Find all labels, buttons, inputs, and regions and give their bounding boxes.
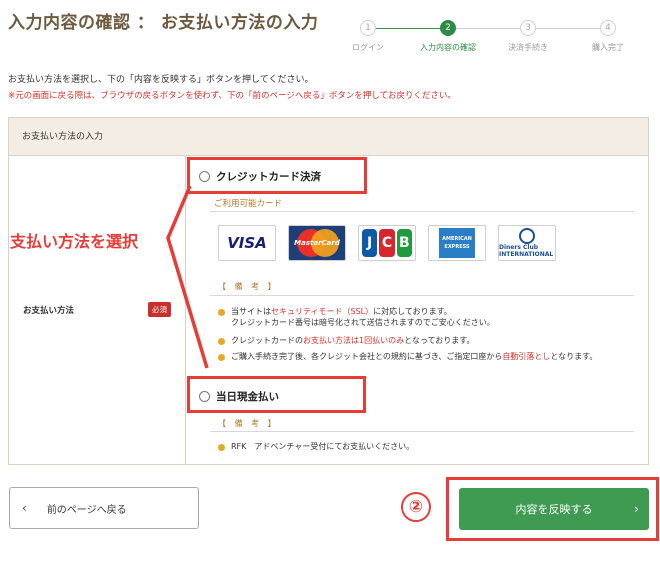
back-button-label: 前のページへ戻る [46,504,127,516]
payment-method-label: お支払い方法 [23,306,75,316]
step-login: 1 ログイン [328,20,408,53]
credit-note-1: 当サイトはセキュリティモード（SSL）に対応しております。 クレジットカード番号… [218,306,495,328]
radio-circle-icon[interactable] [199,171,210,182]
step-confirm: 2 入力内容の確認 [408,20,488,53]
required-badge: 必須 [148,302,171,317]
amex-logo-icon: AMERICAN EXPRESS [428,225,486,261]
callout-text: 支払い方法を選択 [10,232,139,251]
field-label-column: お支払い方法 必須 [9,156,186,464]
option-credit-label: クレジットカード決済 [216,171,321,183]
card-logos: VISA MasterCard JCB AMERICAN EXPRESS Din… [218,225,556,261]
step-marker: ② [401,492,431,522]
cards-title: ご利用可能カード [214,199,283,209]
radio-credit-card[interactable]: クレジットカード決済 [199,169,321,184]
option-cash-label: 当日現金払い [216,391,279,403]
intro-note: ※元の画面に戻る際は、ブラウザの戻るボタンを使わず、下の「前のページへ戻る」ボタ… [8,91,456,101]
diners-logo-icon: Diners Club INTERNATIONAL [498,225,556,261]
credit-note-heading: 【 備 考 】 [218,282,279,291]
radio-cash[interactable]: 当日現金払い [199,389,279,404]
divider [210,295,634,296]
step-complete: 4 購入完了 [568,20,648,53]
cash-note: RFK アドベンチャー受付にてお支払いください。 [218,441,414,452]
step-payment: 3 決済手続き [488,20,568,53]
cash-note-heading: 【 備 考 】 [218,419,279,428]
credit-note-2: クレジットカードのお支払い方法は1回払いのみとなっております。 [218,335,474,346]
mastercard-logo-icon: MasterCard [288,225,346,261]
back-button[interactable]: ‹ 前のページへ戻る [9,487,199,529]
visa-logo-icon: VISA [218,225,276,261]
jcb-logo-icon: JCB [358,225,416,261]
progress-steps: 1 ログイン 2 入力内容の確認 3 決済手続き 4 購入完了 [335,18,645,58]
chevron-right-icon: › [634,502,639,516]
chevron-left-icon: ‹ [22,501,27,515]
radio-circle-icon[interactable] [199,391,210,402]
panel-heading: お支払い方法の入力 [9,118,648,156]
page-title: 入力内容の確認 ： お支払い方法の入力 [8,13,319,33]
intro-text: お支払い方法を選択し、下の「内容を反映する」ボタンを押してください。 [8,75,314,85]
divider [210,431,634,432]
submit-button-label: 内容を反映する [515,503,593,516]
submit-button[interactable]: 内容を反映する › [459,488,649,530]
credit-note-3: ご購入手続き完了後、各クレジット会社との規約に基づき、ご指定口座から自動引落とし… [218,351,597,362]
divider [210,211,634,212]
